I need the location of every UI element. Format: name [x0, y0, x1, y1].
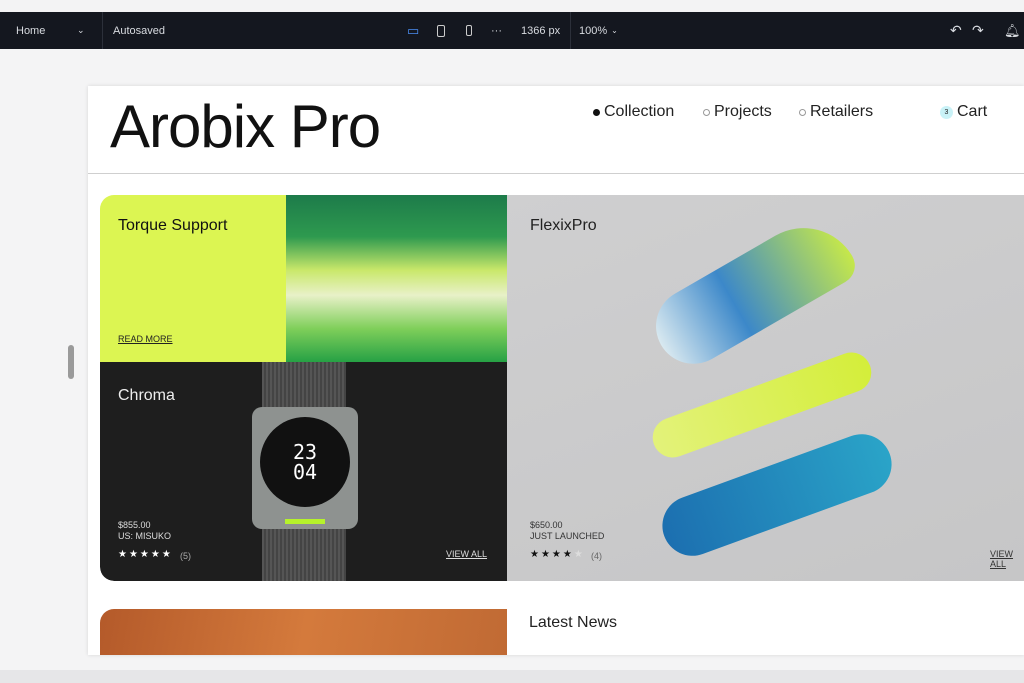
- shoe-upper-image: [642, 207, 862, 378]
- card-title: FlexixPro: [530, 217, 597, 234]
- price: $650.00: [530, 520, 563, 530]
- page-select-label: Home: [16, 24, 46, 37]
- torque-image: [286, 195, 507, 362]
- review-count: (5): [180, 551, 191, 561]
- news-image: [100, 609, 507, 655]
- autosave-status: Autosaved: [113, 24, 165, 37]
- vendor: US: MISUKO: [118, 531, 172, 541]
- news-heading: Latest News: [529, 614, 618, 631]
- tablet-view-icon[interactable]: [437, 12, 445, 49]
- rating-stars: ★★★★★: [530, 549, 585, 560]
- bell-icon[interactable]: 🔔︎: [1004, 12, 1021, 49]
- nav-projects[interactable]: Projects: [703, 103, 772, 121]
- header-divider: [88, 173, 1024, 174]
- read-more-link[interactable]: READ MORE: [118, 334, 173, 344]
- view-all-link[interactable]: VIEW ALL: [990, 549, 1024, 569]
- dot-icon: [703, 108, 710, 116]
- chroma-card[interactable]: Chroma 23 04 $855.00 US: MISUKO ★★★★★ (5…: [100, 362, 507, 581]
- cart-label: Cart: [957, 103, 988, 120]
- card-title: Chroma: [118, 387, 175, 404]
- chevron-down-icon[interactable]: ⌄: [77, 12, 85, 49]
- cart-count-badge: 3: [940, 105, 953, 119]
- canvas-width: 1366 px: [521, 24, 561, 37]
- launch-status: JUST LAUNCHED: [530, 531, 605, 541]
- empty-star: ★: [573, 549, 585, 560]
- watch-image: 23 04: [252, 407, 358, 529]
- nav-label: Collection: [604, 103, 675, 120]
- flexix-card[interactable]: FlexixPro $650.00 JUST LAUNCHED ★★★★★ (4…: [507, 195, 1024, 581]
- zoom-select[interactable]: 100% ⌄: [579, 12, 618, 49]
- nav-collection[interactable]: Collection: [593, 103, 674, 121]
- site-logo[interactable]: Arobix Pro: [110, 92, 381, 161]
- left-cards: Torque Support READ MORE Chroma 23 04 $8…: [100, 195, 507, 581]
- filled-stars: ★★★★: [530, 549, 574, 560]
- rating-stars: ★★★★★: [118, 549, 173, 560]
- card-title: Torque Support: [118, 217, 228, 234]
- cart-link[interactable]: 3 Cart: [940, 103, 987, 121]
- divider: [102, 12, 103, 49]
- canvas-footer: [0, 670, 1024, 683]
- desktop-view-icon[interactable]: ▭: [407, 12, 419, 49]
- undo-icon[interactable]: ↶: [950, 12, 962, 49]
- nav-retailers[interactable]: Retailers: [799, 103, 873, 121]
- active-dot-icon: [593, 108, 600, 116]
- editor-toolbar: Home ⌄ Autosaved ▭ ··· 1366 px 100% ⌄ ↶ ↷…: [0, 12, 1024, 49]
- price: $855.00: [118, 520, 151, 530]
- chevron-down-icon: ⌄: [611, 26, 618, 35]
- resize-handle[interactable]: [68, 345, 74, 379]
- nav-label: Retailers: [810, 103, 874, 120]
- divider: [570, 12, 571, 49]
- more-icon[interactable]: ···: [491, 12, 502, 49]
- dot-icon: [799, 108, 806, 116]
- website-preview: Arobix Pro Collection Projects Retailers…: [88, 86, 1024, 655]
- watch-light: [285, 519, 325, 524]
- nav-label: Projects: [714, 103, 772, 120]
- page-select[interactable]: Home: [16, 12, 45, 49]
- mobile-view-icon[interactable]: [466, 12, 472, 49]
- view-all-link[interactable]: VIEW ALL: [446, 549, 487, 559]
- torque-card[interactable]: Torque Support READ MORE: [100, 195, 286, 362]
- review-count: (4): [591, 551, 602, 561]
- zoom-value: 100%: [579, 24, 608, 37]
- watch-face: 23 04: [260, 417, 350, 507]
- redo-icon[interactable]: ↷: [972, 12, 984, 49]
